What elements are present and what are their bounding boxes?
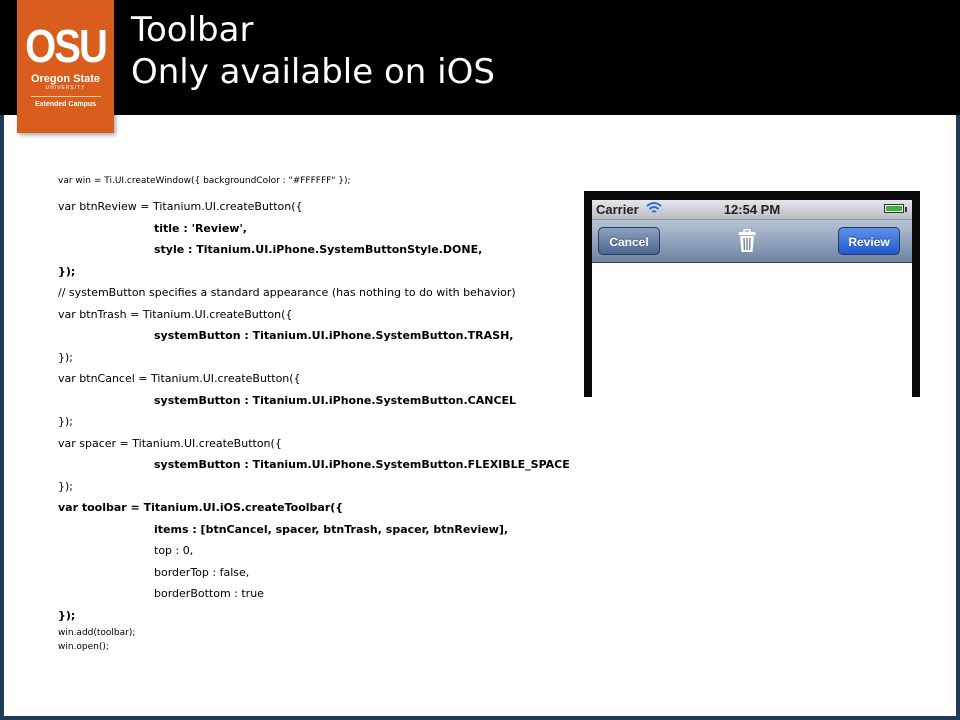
battery-nub: [905, 207, 907, 212]
review-button[interactable]: Review: [838, 227, 900, 255]
iphone-screenshot: Carrier 12:54 PM Cancel Review: [584, 191, 920, 397]
code-line: var btnTrash = Titanium.UI.createButton(…: [58, 307, 293, 321]
code-line: });: [58, 415, 73, 428]
code-line: systemButton : Titanium.UI.iPhone.System…: [154, 329, 514, 342]
code-line: title : 'Review',: [154, 221, 247, 235]
code-line: systemButton : Titanium.UI.iPhone.System…: [154, 458, 570, 471]
code-line: win.add(toolbar);: [58, 628, 136, 638]
iphone-screen: Carrier 12:54 PM Cancel Review: [592, 200, 912, 397]
logo-line-3: Extended Campus: [34, 101, 97, 108]
code-line: });: [58, 350, 73, 364]
code-line: var win = Ti.UI.createWindow({ backgroun…: [58, 176, 351, 186]
logo-wordmark: OSU: [25, 21, 108, 73]
code-line: var btnCancel = Titanium.UI.createButton…: [58, 372, 301, 385]
cancel-button[interactable]: Cancel: [598, 227, 660, 255]
code-line: style : Titanium.UI.iPhone.SystemButtonS…: [154, 243, 483, 256]
frame-right-border: [956, 115, 960, 720]
code-line: // systemButton specifies a standard app…: [58, 286, 516, 299]
battery-level-fill: [886, 206, 902, 211]
code-line: });: [58, 479, 73, 493]
osu-logo: OSU Oregon State UNIVERSITY Extended Cam…: [17, 0, 114, 133]
title-line-2: Only available on iOS: [131, 52, 495, 92]
code-line: var toolbar = Titanium.UI.iOS.createTool…: [58, 501, 344, 514]
code-line: var btnReview = Titanium.UI.createButton…: [58, 200, 303, 213]
title-line-1: Toolbar: [131, 10, 254, 50]
slide-header: Toolbar Only available on iOS: [0, 0, 960, 115]
code-line: });: [58, 608, 76, 622]
slide-title: Toolbar Only available on iOS: [131, 9, 495, 93]
trash-icon[interactable]: [738, 228, 756, 258]
code-line: });: [58, 264, 76, 278]
battery-icon: [884, 204, 904, 213]
logo-line-2: UNIVERSITY: [45, 85, 86, 91]
code-line: borderTop : false,: [154, 565, 250, 579]
code-line: win.open();: [58, 642, 109, 652]
logo-divider: [30, 96, 101, 97]
code-line: var spacer = Titanium.UI.createButton({: [58, 436, 282, 450]
status-bar: Carrier 12:54 PM: [592, 200, 912, 220]
frame-bottom-border: [0, 716, 960, 720]
code-line: items : [btnCancel, spacer, btnTrash, sp…: [154, 522, 509, 536]
code-listing: var win = Ti.UI.createWindow({ backgroun…: [58, 174, 578, 654]
clock-label: 12:54 PM: [723, 202, 781, 217]
code-line: top : 0,: [154, 544, 194, 557]
frame-left-border: [0, 115, 4, 720]
logo-line-1: Oregon State: [30, 73, 101, 85]
ios-toolbar: Cancel Review: [592, 220, 912, 263]
code-line: borderBottom : true: [154, 587, 264, 600]
code-line: systemButton : Titanium.UI.iPhone.System…: [154, 393, 517, 407]
